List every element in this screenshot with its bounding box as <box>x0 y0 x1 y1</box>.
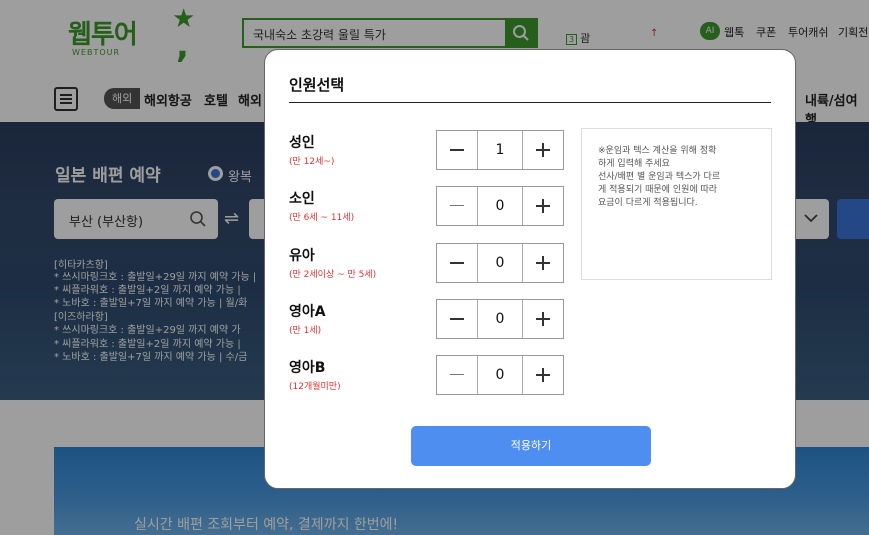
passenger-label: 영아B <box>289 360 326 376</box>
passenger-select-modal: 인원선택 성인 (만 12세~) 1 소인 (만 6세 ~ 11세) 0 유아 … <box>264 49 796 489</box>
quantity-value[interactable]: 0 <box>477 187 523 225</box>
passenger-age-range: (12개월미만) <box>289 382 341 392</box>
passenger-row-baby-a: 영아A (만 1세) 0 <box>289 299 569 341</box>
passenger-label: 성인 <box>289 135 315 151</box>
passenger-label: 소인 <box>289 191 315 207</box>
decrease-button[interactable] <box>437 187 477 225</box>
passenger-label: 유아 <box>289 248 315 264</box>
decrease-button[interactable] <box>437 356 477 394</box>
quantity-value[interactable]: 0 <box>477 244 523 282</box>
decrease-button[interactable] <box>437 244 477 282</box>
modal-title: 인원선택 <box>289 76 345 94</box>
notice-text-line: 하게 입력해 주세요 <box>598 159 670 169</box>
quantity-value[interactable]: 0 <box>477 356 523 394</box>
quantity-stepper: 0 <box>436 186 564 226</box>
increase-button[interactable] <box>523 244 563 282</box>
passenger-row-baby-b: 영아B (12개월미만) 0 <box>289 355 569 397</box>
decrease-button[interactable] <box>437 131 477 169</box>
title-divider <box>289 102 771 103</box>
increase-button[interactable] <box>523 300 563 338</box>
passenger-label: 영아A <box>289 304 326 320</box>
notice-text-line: ※운임과 텍스 계산을 위해 정확 <box>598 146 717 156</box>
passenger-age-range: (만 6세 ~ 11세) <box>289 213 355 223</box>
passenger-row-adult: 성인 (만 12세~) 1 <box>289 130 569 172</box>
quantity-value[interactable]: 0 <box>477 300 523 338</box>
quantity-stepper: 1 <box>436 130 564 170</box>
quantity-stepper: 0 <box>436 355 564 395</box>
increase-button[interactable] <box>523 187 563 225</box>
passenger-age-range: (만 1세) <box>289 326 322 336</box>
notice-text-line: 게 적용되기 때문에 인원에 따라 <box>598 185 718 195</box>
increase-button[interactable] <box>523 131 563 169</box>
fare-notice-box: ※운임과 텍스 계산을 위해 정확 하게 입력해 주세요 선사/배편 별 운임과… <box>581 128 772 280</box>
passenger-row-infant: 유아 (만 2세이상 ~ 만 5세) 0 <box>289 243 569 285</box>
decrease-button[interactable] <box>437 300 477 338</box>
increase-button[interactable] <box>523 356 563 394</box>
notice-text-line: 요금이 다르게 적용됩니다. <box>598 198 698 208</box>
quantity-value[interactable]: 1 <box>477 131 523 169</box>
quantity-stepper: 0 <box>436 299 564 339</box>
notice-text-line: 선사/배편 별 운임과 텍스가 다르 <box>598 172 721 182</box>
passenger-age-range: (만 2세이상 ~ 만 5세) <box>289 270 377 280</box>
passenger-age-range: (만 12세~) <box>289 157 335 167</box>
passenger-row-child: 소인 (만 6세 ~ 11세) 0 <box>289 186 569 228</box>
apply-button[interactable]: 적용하기 <box>411 426 651 466</box>
quantity-stepper: 0 <box>436 243 564 283</box>
